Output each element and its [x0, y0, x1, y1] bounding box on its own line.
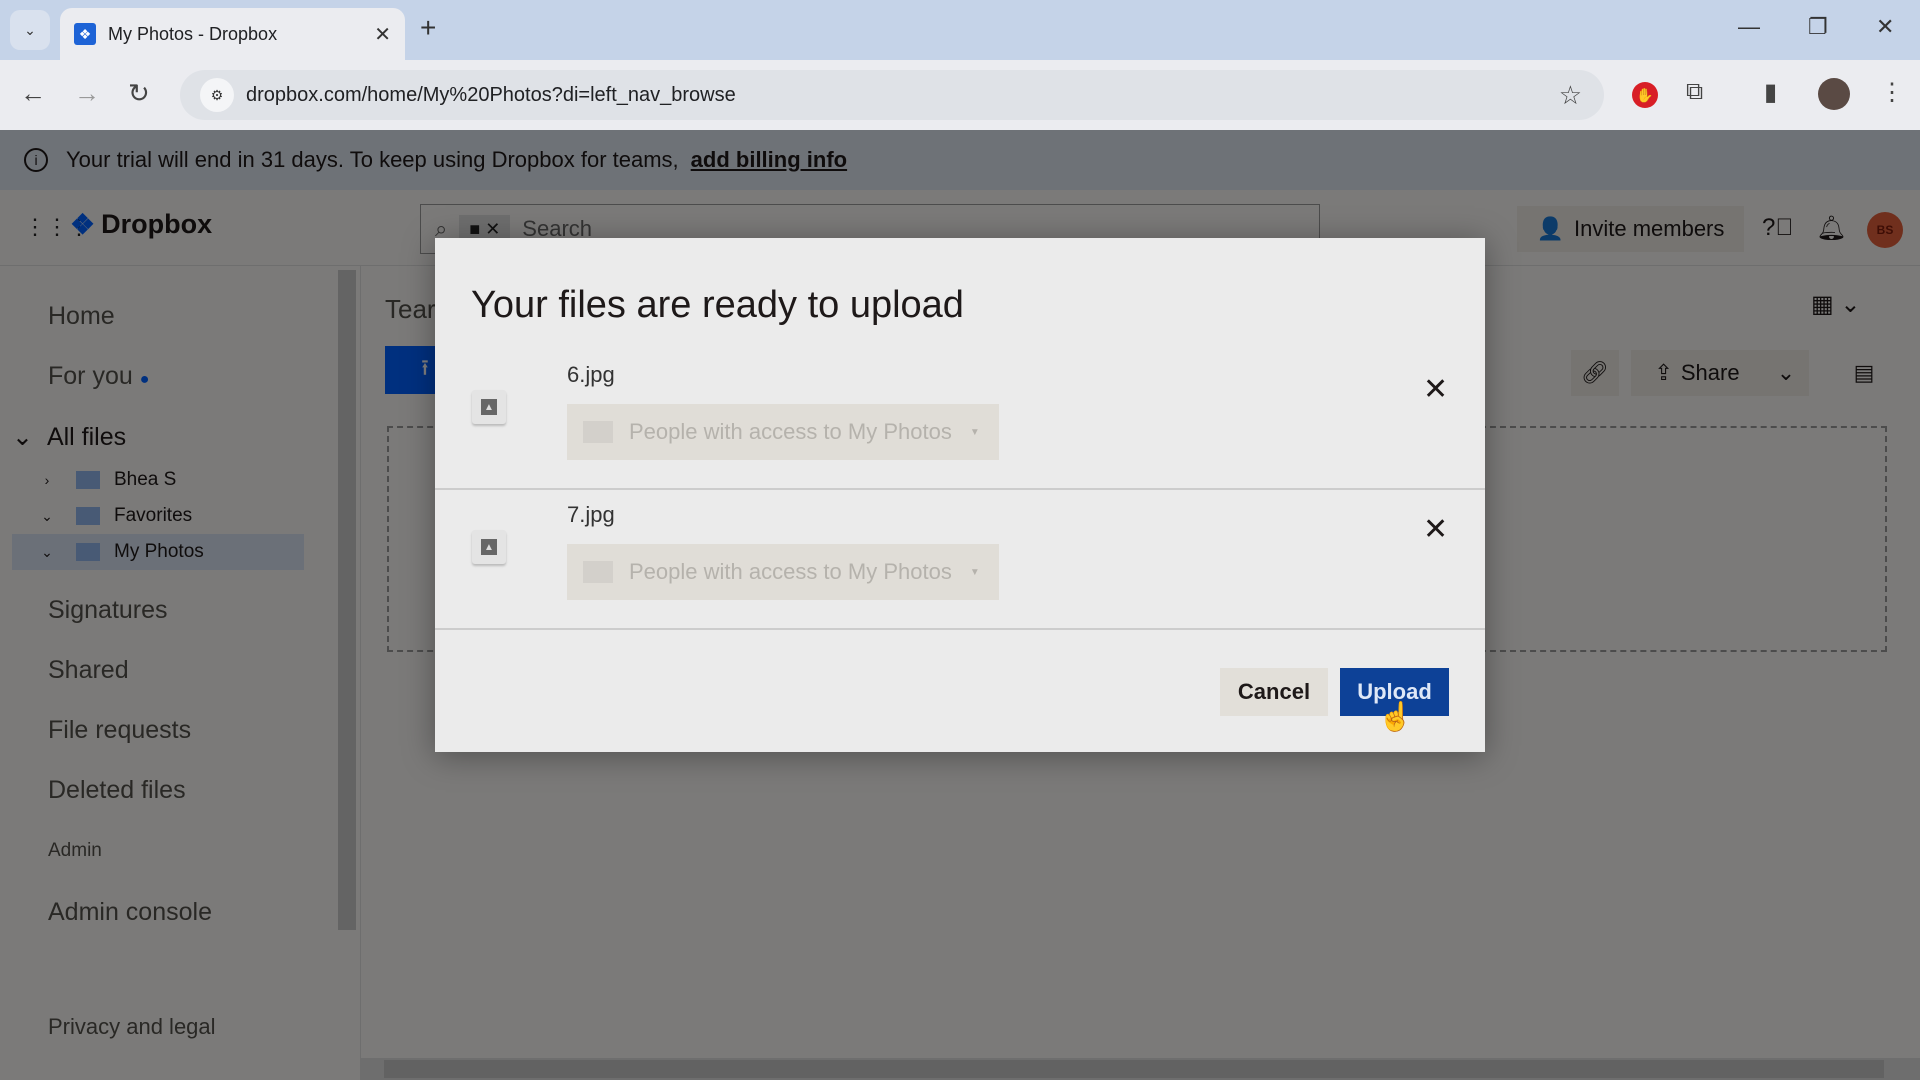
permission-select[interactable]: People with access to My Photos ▼: [567, 404, 999, 460]
permission-label: People with access to My Photos: [629, 419, 952, 444]
address-bar[interactable]: ⚙ dropbox.com/home/My%20Photos?di=left_n…: [180, 70, 1604, 120]
dropbox-favicon-icon: ❖: [74, 23, 96, 45]
extensions-icon[interactable]: ⧉: [1686, 78, 1703, 106]
window-close-icon[interactable]: ✕: [1876, 14, 1894, 40]
browser-tab-bar: ⌄ ❖ My Photos - Dropbox ✕ + — ❐ ✕: [0, 0, 1920, 60]
browser-toolbar: ← → ↻ ⚙ dropbox.com/home/My%20Photos?di=…: [0, 60, 1920, 130]
cancel-button[interactable]: Cancel: [1220, 668, 1328, 716]
dialog-title: Your files are ready to upload: [471, 284, 964, 326]
tab-title: My Photos - Dropbox: [108, 23, 278, 44]
folder-icon: [583, 561, 613, 583]
menu-icon[interactable]: ⋮: [1880, 78, 1904, 107]
file-row: ▲ 6.jpg People with access to My Photos …: [435, 350, 1485, 490]
folder-icon: [583, 421, 613, 443]
browser-tab[interactable]: ❖ My Photos - Dropbox ✕: [60, 8, 405, 60]
forward-icon[interactable]: →: [74, 78, 100, 109]
url-text: dropbox.com/home/My%20Photos?di=left_nav…: [246, 83, 736, 106]
new-tab-icon[interactable]: +: [420, 12, 436, 44]
adblock-icon[interactable]: ✋: [1632, 82, 1658, 108]
profile-avatar[interactable]: [1818, 78, 1850, 110]
remove-file-icon[interactable]: ✕: [1423, 512, 1448, 547]
remove-file-icon[interactable]: ✕: [1423, 372, 1448, 407]
reload-icon[interactable]: ↻: [128, 78, 150, 109]
side-panel-icon[interactable]: ▮: [1764, 78, 1777, 107]
file-name: 7.jpg: [567, 502, 615, 527]
minimize-icon[interactable]: —: [1738, 14, 1760, 40]
restore-icon[interactable]: ❐: [1808, 14, 1828, 40]
image-file-icon: ▲: [472, 390, 506, 424]
caret-down-icon: ▼: [969, 426, 980, 438]
tab-search-button[interactable]: ⌄: [10, 10, 50, 50]
permission-select[interactable]: People with access to My Photos ▼: [567, 544, 999, 600]
site-info-icon[interactable]: ⚙: [200, 78, 234, 112]
upload-dialog: Your files are ready to upload ▲ 6.jpg P…: [435, 238, 1485, 752]
bookmark-star-icon[interactable]: ☆: [1559, 80, 1582, 111]
hand-cursor-icon: ☝: [1378, 701, 1413, 732]
caret-down-icon: ▼: [969, 566, 980, 578]
close-tab-icon[interactable]: ✕: [374, 22, 391, 47]
back-icon[interactable]: ←: [20, 78, 46, 109]
permission-label: People with access to My Photos: [629, 559, 952, 584]
file-name: 6.jpg: [567, 362, 615, 387]
file-row: ▲ 7.jpg People with access to My Photos …: [435, 490, 1485, 630]
chevron-down-icon: ⌄: [24, 21, 36, 38]
image-file-icon: ▲: [472, 530, 506, 564]
